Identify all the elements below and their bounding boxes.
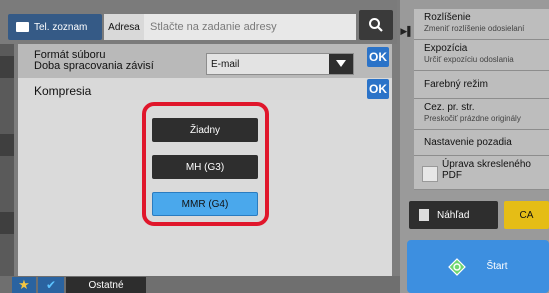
start-icon <box>448 257 467 276</box>
file-format-select[interactable]: E-mail <box>206 53 354 75</box>
format-ok-button[interactable]: OK <box>367 47 389 67</box>
search-button[interactable] <box>359 10 393 40</box>
option-mh-g3[interactable]: MH (G3) <box>152 155 258 179</box>
option-mmr-g4[interactable]: MMR (G4) <box>152 192 258 216</box>
pdf-skew-checkbox[interactable] <box>422 166 438 182</box>
checkmark-icon[interactable]: ✔ <box>38 277 64 293</box>
menu-exposure[interactable]: Expozícia Určiť expozíciu odoslania <box>414 40 549 71</box>
preview-icon <box>419 209 429 221</box>
start-button[interactable]: Štart <box>407 240 549 293</box>
star-icon[interactable]: ★ <box>12 277 36 293</box>
address-label: Adresa <box>104 14 144 40</box>
menu-resolution[interactable]: Rozlíšenie Zmeniť rozlíšenie odosielaní <box>414 9 549 40</box>
compression-title: Kompresia <box>34 84 92 98</box>
address-book-tab[interactable]: Tel. zoznam <box>8 14 102 40</box>
address-book-icon <box>16 22 29 32</box>
menu-color-mode[interactable]: Farebný režim <box>414 71 549 99</box>
menu-background[interactable]: Nastavenie pozadia <box>414 130 549 156</box>
collapse-arrow-icon[interactable]: ▶▌ <box>400 24 414 38</box>
menu-skip-blank[interactable]: Cez. pr. str. Preskočiť prázdne originál… <box>414 99 549 130</box>
file-format-value: E-mail <box>211 58 240 70</box>
dropdown-arrow-icon[interactable] <box>329 54 353 74</box>
search-icon <box>369 18 383 32</box>
address-book-label: Tel. zoznam <box>34 21 88 33</box>
compression-ok-button[interactable]: OK <box>367 79 389 99</box>
option-none[interactable]: Žiadny <box>152 118 258 142</box>
ca-button[interactable]: CA <box>504 201 549 229</box>
preview-button[interactable]: Náhľad <box>409 201 498 229</box>
file-format-row: Formát súboru Doba spracovania závisí E-… <box>18 44 392 78</box>
file-format-label: Formát súboru Doba spracovania závisí <box>34 49 154 72</box>
address-input[interactable]: Stlačte na zadanie adresy <box>144 14 356 40</box>
other-button[interactable]: Ostatné <box>66 277 146 293</box>
